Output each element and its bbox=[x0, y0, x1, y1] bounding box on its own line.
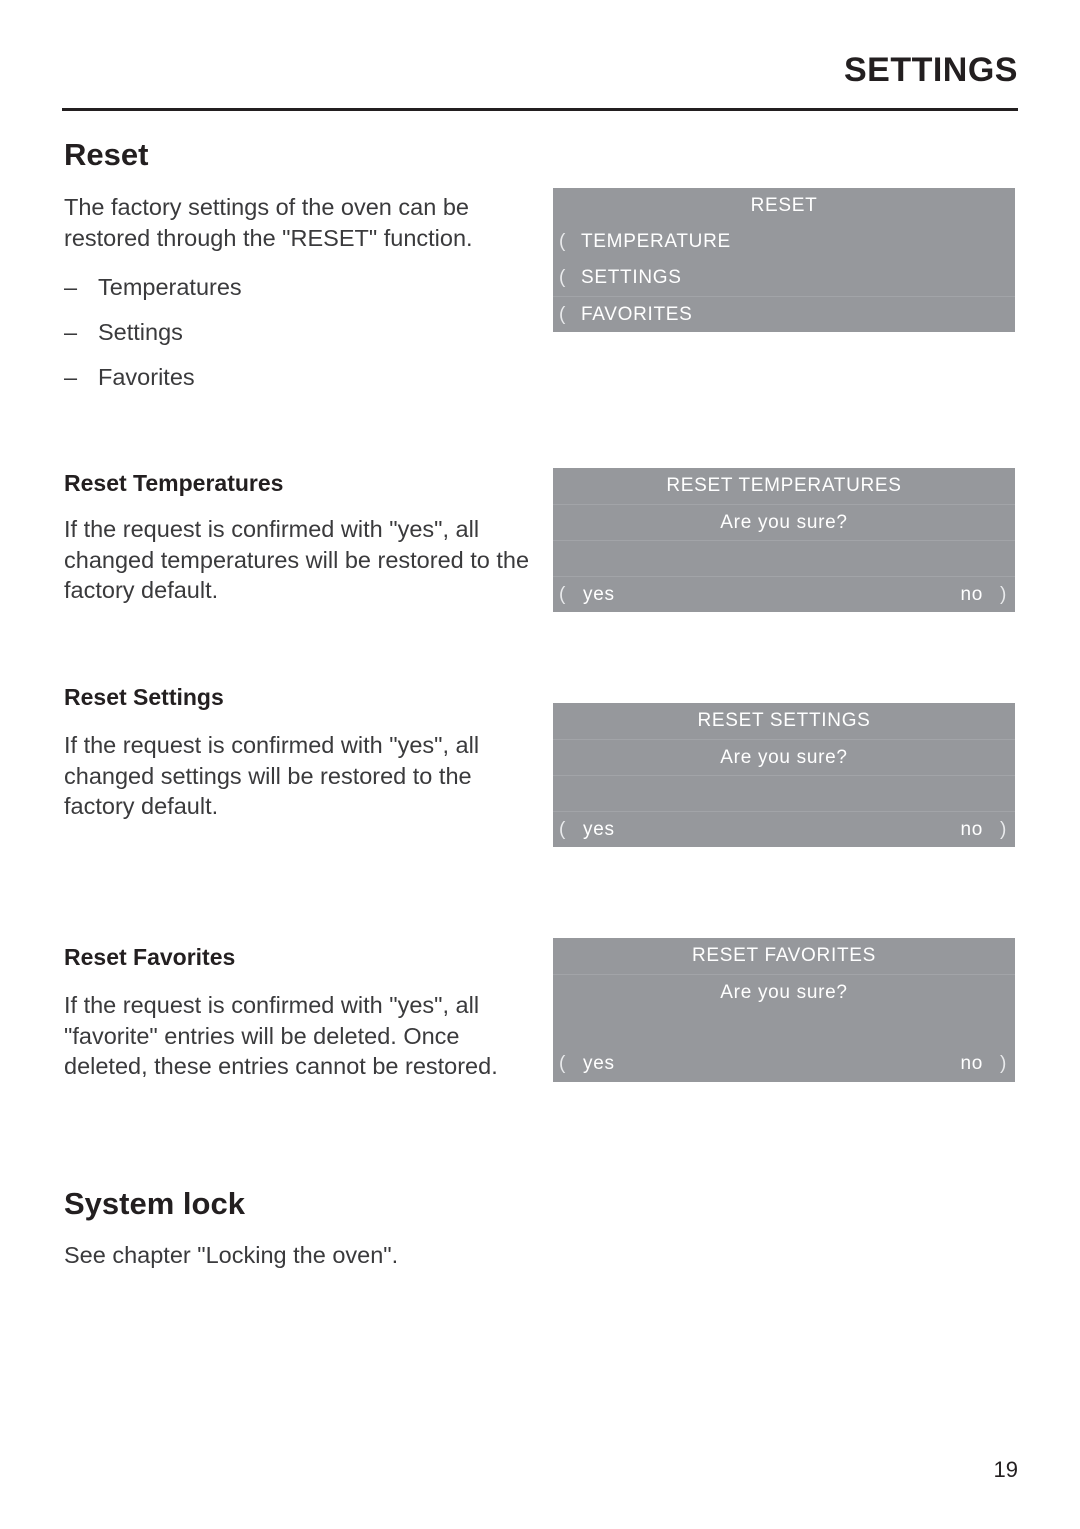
reset-temperatures-block: Reset Temperatures bbox=[64, 470, 534, 498]
menu-item-label: SETTINGS bbox=[581, 267, 682, 288]
reset-section-heading-block: Reset bbox=[64, 137, 534, 173]
system-lock-text: See chapter "Locking the oven". bbox=[64, 1242, 399, 1268]
display-blank-row bbox=[553, 775, 1015, 811]
page-title: SETTINGS bbox=[843, 51, 1018, 89]
display-prompt-row: Are you sure? bbox=[553, 739, 1015, 775]
left-paren-marker-icon: ( bbox=[559, 1053, 567, 1074]
section-heading-reset-favorites: Reset Favorites bbox=[64, 944, 236, 970]
section-heading-reset: Reset bbox=[64, 137, 149, 172]
reset-intro-text: The factory settings of the oven can be … bbox=[64, 194, 473, 251]
right-paren-marker-icon: ) bbox=[999, 1053, 1007, 1074]
menu-item-settings[interactable]: ( SETTINGS bbox=[553, 260, 1015, 296]
reset-favorites-text-block: If the request is confirmed with "yes", … bbox=[64, 990, 534, 1082]
display-answer-row: ( yes no ) bbox=[553, 811, 1015, 847]
list-item: – Favorites bbox=[64, 355, 534, 400]
reset-favorites-text: If the request is confirmed with "yes", … bbox=[64, 992, 498, 1079]
display-prompt: Are you sure? bbox=[720, 982, 848, 1003]
confirm-yes-button[interactable]: yes bbox=[583, 1046, 615, 1082]
display-prompt: Are you sure? bbox=[720, 747, 848, 768]
reset-intro-block: The factory settings of the oven can be … bbox=[64, 192, 534, 253]
display-title: RESET SETTINGS bbox=[697, 710, 871, 731]
display-title: RESET bbox=[750, 195, 818, 216]
confirm-yes-button[interactable]: yes bbox=[583, 577, 615, 613]
display-prompt-row: Are you sure? bbox=[553, 504, 1015, 540]
oven-display-confirm-favorites: RESET FAVORITES Are you sure? ( yes no ) bbox=[553, 938, 1015, 1082]
confirm-no-button[interactable]: no bbox=[960, 1046, 983, 1082]
section-heading-reset-settings: Reset Settings bbox=[64, 684, 224, 710]
section-heading-reset-temperatures: Reset Temperatures bbox=[64, 470, 284, 496]
page-header: SETTINGS bbox=[62, 51, 1018, 89]
left-paren-marker-icon: ( bbox=[559, 819, 567, 840]
list-item-label: Temperatures bbox=[98, 274, 242, 300]
display-blank-row bbox=[553, 540, 1015, 576]
system-lock-heading-block: System lock bbox=[64, 1186, 534, 1222]
display-prompt: Are you sure? bbox=[720, 512, 848, 533]
menu-item-label: FAVORITES bbox=[581, 304, 693, 325]
left-paren-marker-icon: ( bbox=[559, 584, 567, 605]
right-paren-marker-icon: ) bbox=[999, 819, 1007, 840]
display-title-row: RESET bbox=[553, 188, 1015, 224]
display-title-row: RESET TEMPERATURES bbox=[553, 468, 1015, 504]
left-paren-marker-icon: ( bbox=[559, 231, 567, 252]
display-blank-row bbox=[553, 1010, 1015, 1046]
display-title-row: RESET FAVORITES bbox=[553, 938, 1015, 974]
reset-temperatures-text-block: If the request is confirmed with "yes", … bbox=[64, 514, 534, 606]
display-title: RESET TEMPERATURES bbox=[666, 475, 902, 496]
list-item-label: Favorites bbox=[98, 364, 195, 390]
reset-favorites-block: Reset Favorites bbox=[64, 944, 534, 972]
reset-settings-text: If the request is confirmed with "yes", … bbox=[64, 732, 480, 819]
display-title-row: RESET SETTINGS bbox=[553, 703, 1015, 739]
list-item-label: Settings bbox=[98, 319, 183, 345]
right-paren-marker-icon: ) bbox=[999, 584, 1007, 605]
reset-settings-text-block: If the request is confirmed with "yes", … bbox=[64, 730, 534, 822]
system-lock-text-block: See chapter "Locking the oven". bbox=[64, 1240, 534, 1271]
reset-temperatures-text: If the request is confirmed with "yes", … bbox=[64, 516, 530, 603]
dash-bullet: – bbox=[64, 319, 78, 345]
confirm-no-button[interactable]: no bbox=[960, 812, 983, 848]
display-title: RESET FAVORITES bbox=[691, 945, 876, 966]
reset-list: – Temperatures – Settings – Favorites bbox=[64, 265, 534, 400]
menu-item-favorites[interactable]: ( FAVORITES bbox=[553, 296, 1015, 332]
list-item: – Temperatures bbox=[64, 265, 534, 310]
display-answer-row: ( yes no ) bbox=[553, 1046, 1015, 1082]
section-heading-system-lock: System lock bbox=[64, 1186, 245, 1221]
oven-display-confirm-temperatures: RESET TEMPERATURES Are you sure? ( yes n… bbox=[553, 468, 1015, 612]
dash-bullet: – bbox=[64, 274, 78, 300]
manual-page: SETTINGS Reset The factory settings of t… bbox=[0, 0, 1080, 1529]
menu-item-label: TEMPERATURE bbox=[581, 231, 731, 252]
confirm-yes-button[interactable]: yes bbox=[583, 812, 615, 848]
display-answer-row: ( yes no ) bbox=[553, 576, 1015, 612]
display-prompt-row: Are you sure? bbox=[553, 974, 1015, 1010]
oven-display-confirm-settings: RESET SETTINGS Are you sure? ( yes no ) bbox=[553, 703, 1015, 847]
header-divider bbox=[62, 108, 1018, 111]
list-item: – Settings bbox=[64, 310, 534, 355]
dash-bullet: – bbox=[64, 364, 78, 390]
left-paren-marker-icon: ( bbox=[559, 267, 567, 288]
reset-settings-block: Reset Settings bbox=[64, 684, 534, 712]
menu-item-temperature[interactable]: ( TEMPERATURE bbox=[553, 224, 1015, 260]
left-paren-marker-icon: ( bbox=[559, 304, 567, 325]
confirm-no-button[interactable]: no bbox=[960, 577, 983, 613]
oven-display-reset-menu: RESET ( TEMPERATURE ( SETTINGS ( FAVORIT… bbox=[553, 188, 1015, 332]
page-number: 19 bbox=[993, 1457, 1018, 1482]
